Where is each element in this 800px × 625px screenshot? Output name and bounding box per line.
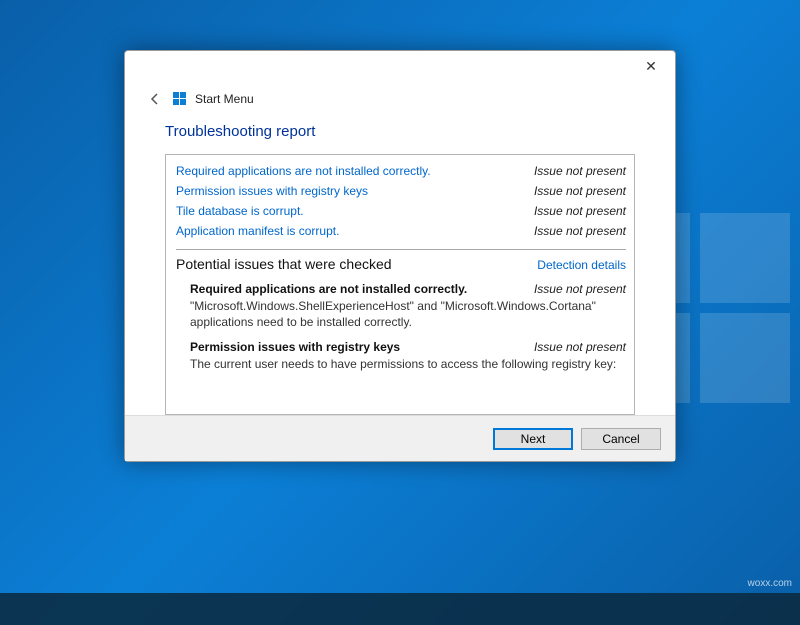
issue-detail-status: Issue not present <box>534 282 626 296</box>
issue-link[interactable]: Application manifest is corrupt. <box>176 224 339 238</box>
windows-logo-icon <box>173 92 187 106</box>
wizard-footer: Next Cancel <box>125 415 675 461</box>
section-header: Potential issues that were checked Detec… <box>176 252 626 280</box>
nav-title: Start Menu <box>195 92 254 106</box>
troubleshooter-wizard-window: ✕ Start Menu Troubleshooting report Requ… <box>124 50 676 462</box>
issue-link-row: Tile database is corrupt. Issue not pres… <box>176 201 626 221</box>
issue-detail-desc: "Microsoft.Windows.ShellExperienceHost" … <box>190 296 626 330</box>
next-button[interactable]: Next <box>493 428 573 450</box>
issue-detail-status: Issue not present <box>534 340 626 354</box>
section-title: Potential issues that were checked <box>176 256 392 272</box>
close-icon[interactable]: ✕ <box>635 55 667 79</box>
issue-link[interactable]: Permission issues with registry keys <box>176 184 368 198</box>
nav-row: Start Menu <box>125 85 675 113</box>
issue-detail-desc: The current user needs to have permissio… <box>190 354 626 372</box>
titlebar: ✕ <box>125 51 675 85</box>
issue-link[interactable]: Tile database is corrupt. <box>176 204 304 218</box>
issue-detail-block: Permission issues with registry keys Iss… <box>176 338 626 380</box>
issue-status: Issue not present <box>534 184 626 198</box>
issue-status: Issue not present <box>534 164 626 178</box>
issue-detail-title: Required applications are not installed … <box>190 282 467 296</box>
issue-link[interactable]: Required applications are not installed … <box>176 164 431 178</box>
issue-detail-title: Permission issues with registry keys <box>190 340 400 354</box>
issue-detail-block: Required applications are not installed … <box>176 280 626 338</box>
issue-status: Issue not present <box>534 204 626 218</box>
section-divider <box>176 249 626 250</box>
detection-details-link[interactable]: Detection details <box>537 258 626 272</box>
taskbar[interactable] <box>0 593 800 625</box>
issue-link-row: Permission issues with registry keys Iss… <box>176 181 626 201</box>
watermark-text: woxx.com <box>748 578 792 589</box>
report-scroll-area[interactable]: Required applications are not installed … <box>166 155 634 414</box>
page-title: Troubleshooting report <box>165 123 635 140</box>
issue-link-row: Application manifest is corrupt. Issue n… <box>176 221 626 241</box>
report-box: Required applications are not installed … <box>165 154 635 415</box>
cancel-button[interactable]: Cancel <box>581 428 661 450</box>
wizard-body: Troubleshooting report Required applicat… <box>125 113 675 415</box>
back-arrow-icon[interactable] <box>145 89 165 109</box>
issue-status: Issue not present <box>534 224 626 238</box>
issue-link-row: Required applications are not installed … <box>176 161 626 181</box>
